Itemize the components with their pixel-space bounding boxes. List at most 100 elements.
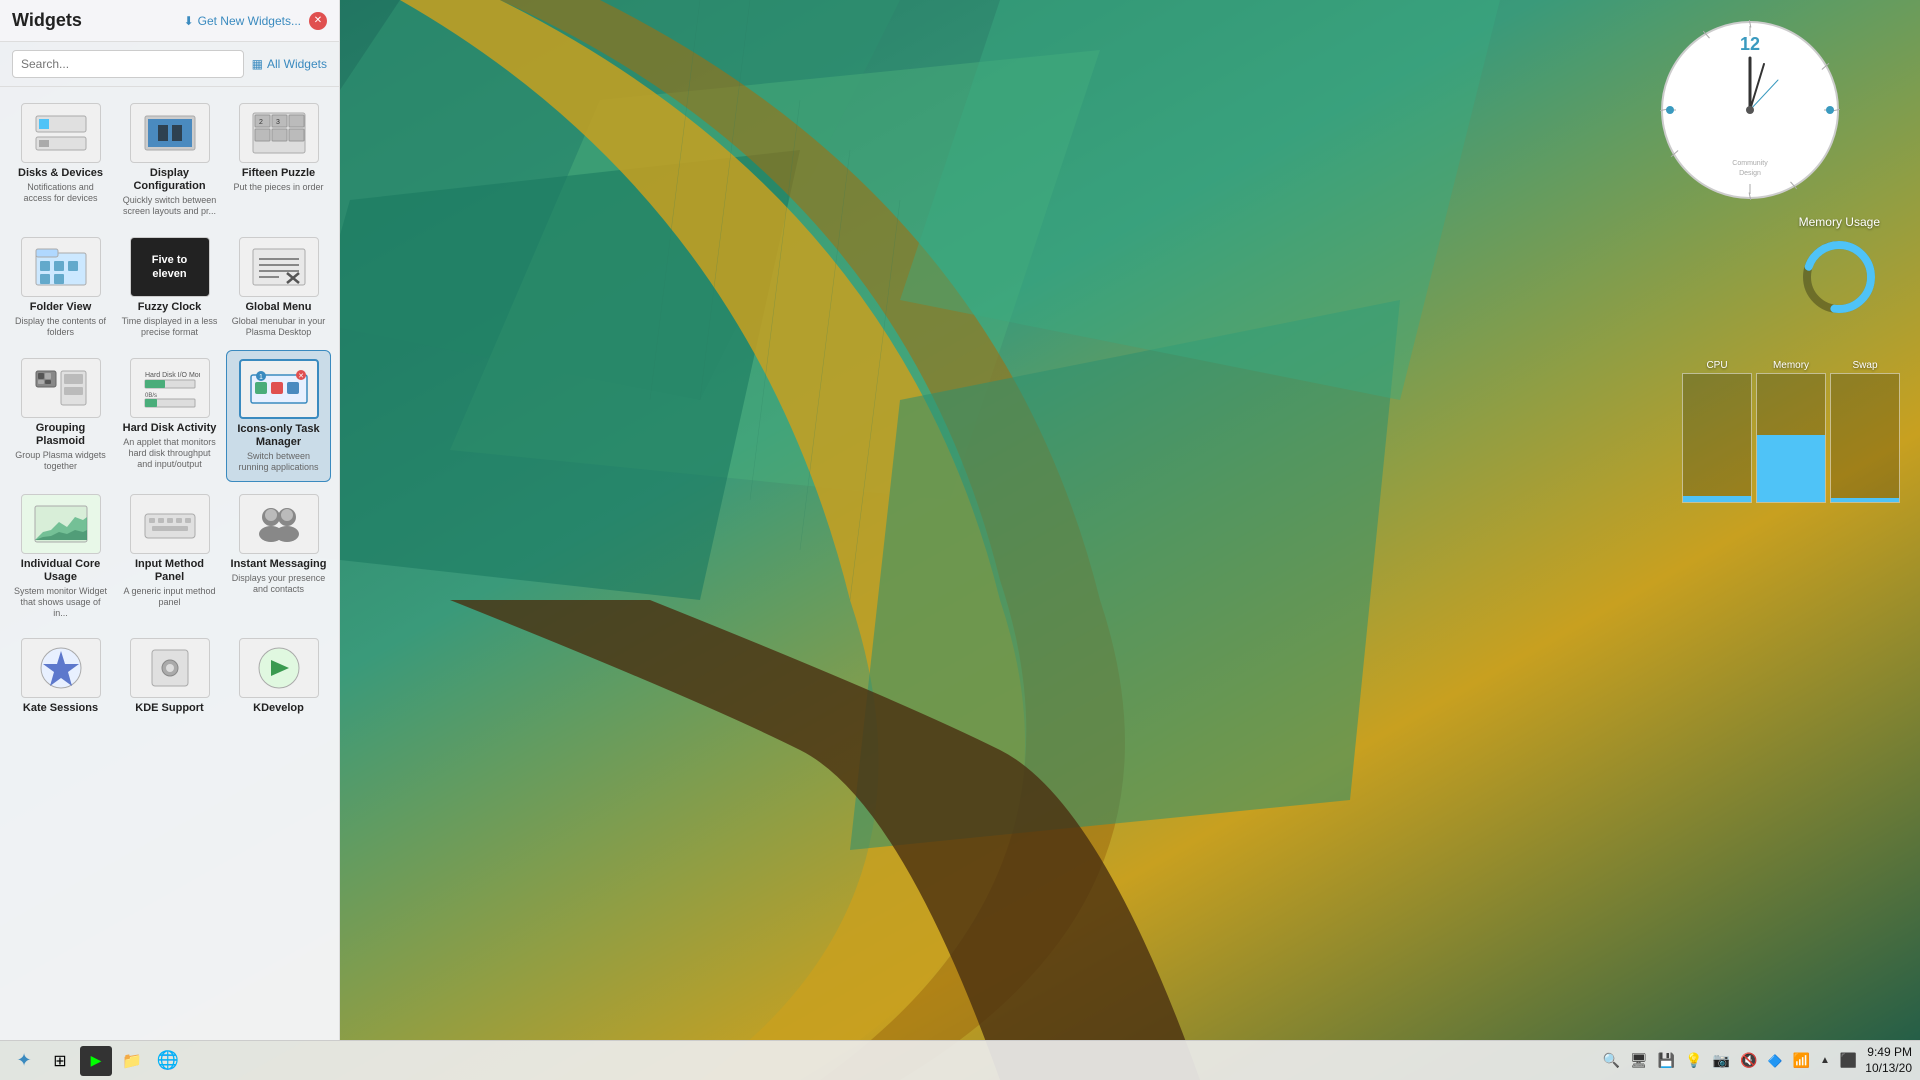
svg-text:Design: Design	[1739, 170, 1761, 177]
memory-sysmon-label: Memory	[1773, 360, 1809, 371]
widget-hard-disk[interactable]: Hard Disk I/O Monitor 0B/s Hard Disk Act…	[117, 350, 222, 482]
widget-desc-fifteen: Put the pieces in order	[233, 182, 323, 193]
widget-name-kdevelop: KDevelop	[253, 702, 304, 715]
widget-name-disks: Disks & Devices	[18, 167, 103, 180]
widget-grouping[interactable]: Grouping Plasmoid Group Plasma widgets t…	[8, 350, 113, 482]
widget-name-harddisk: Hard Disk Activity	[123, 422, 217, 435]
widget-folder-view[interactable]: Folder View Display the contents of fold…	[8, 229, 113, 346]
plasma-button[interactable]: ✦	[8, 1046, 40, 1076]
display-systray-icon[interactable]: 🖥	[1628, 1050, 1650, 1071]
swap-bar	[1831, 498, 1899, 502]
expand-systray-icon[interactable]: ▲	[1818, 1053, 1832, 1068]
widget-display-config[interactable]: Display Configuration Quickly switch bet…	[117, 95, 222, 225]
panel-title: Widgets	[12, 10, 82, 31]
widget-thumb-global	[239, 237, 319, 297]
panel-header: Widgets ⬇ Get New Widgets... ✕	[0, 0, 339, 42]
all-widgets-label: All Widgets	[267, 57, 327, 71]
cpu-bar	[1683, 496, 1751, 502]
widget-input-method[interactable]: Input Method Panel A generic input metho…	[117, 486, 222, 627]
volume-icon[interactable]: 🔇	[1738, 1050, 1759, 1071]
filter-icon: ▦	[252, 57, 263, 71]
taskbar: ✦ ⊞ ▶ 📁 🌐 🔍 🖥 💾 💡 📷 🔇 🔷 📶 ▲ ⬛ 9:49 PM 10…	[0, 1040, 1920, 1080]
swap-column: Swap	[1830, 360, 1900, 503]
widget-thumb-folder	[21, 237, 101, 297]
system-clock[interactable]: 9:49 PM 10/13/20	[1865, 1045, 1912, 1076]
wifi-icon[interactable]: 📶	[1791, 1050, 1812, 1071]
get-new-widgets-button[interactable]: ⬇ Get New Widgets...	[184, 14, 301, 28]
clock-widget: 12 Community Design	[1660, 20, 1840, 200]
svg-text:3: 3	[276, 119, 280, 126]
files-button[interactable]: 📁	[116, 1046, 148, 1076]
task-manager-button[interactable]: ⊞	[44, 1046, 76, 1076]
widget-global-menu[interactable]: Global Menu Global menubar in your Plasm…	[226, 229, 331, 346]
widget-desc-disks: Notifications and access for devices	[12, 182, 109, 204]
taskbar-right: 🔍 🖥 💾 💡 📷 🔇 🔷 📶 ▲ ⬛ 9:49 PM 10/13/20	[1601, 1045, 1912, 1076]
widget-name-kate: Kate Sessions	[23, 702, 98, 715]
widget-name-grouping: Grouping Plasmoid	[12, 422, 109, 448]
widget-thumb-kdevelop	[239, 638, 319, 698]
all-widgets-button[interactable]: ▦ All Widgets	[252, 57, 327, 71]
widget-instant-messaging[interactable]: Instant Messaging Displays your presence…	[226, 486, 331, 627]
svg-text:2: 2	[259, 119, 263, 126]
cpu-column: CPU	[1682, 360, 1752, 503]
search-row: ▦ All Widgets	[0, 42, 339, 87]
search-systray-icon[interactable]: 🔍	[1601, 1050, 1622, 1071]
widget-desc-icons-task: Switch between running applications	[231, 451, 326, 473]
widget-desc-global: Global menubar in your Plasma Desktop	[230, 316, 327, 338]
swap-label: Swap	[1852, 360, 1877, 371]
widget-fifteen-puzzle[interactable]: 2 3 Fifteen Puzzle Put the pieces in ord…	[226, 95, 331, 225]
widget-name-instant: Instant Messaging	[231, 558, 327, 571]
widget-name-kde-support: KDE Support	[135, 702, 203, 715]
widget-desc-fuzzy: Time displayed in a less precise format	[121, 316, 218, 338]
cpu-label: CPU	[1706, 360, 1727, 371]
system-monitor-widget: CPU Memory Swap	[1682, 360, 1900, 503]
svg-text:✕: ✕	[298, 373, 304, 380]
widget-disks-devices[interactable]: Disks & Devices Notifications and access…	[8, 95, 113, 225]
widget-thumb-fifteen: 2 3	[239, 103, 319, 163]
widget-name-display: Display Configuration	[121, 167, 218, 193]
widget-kdevelop[interactable]: KDevelop	[226, 630, 331, 725]
widget-thumb-icons-task: ✕ 1	[239, 359, 319, 419]
bluetooth-icon[interactable]: 🔷	[1766, 1052, 1785, 1070]
svg-text:12: 12	[1740, 34, 1760, 54]
widget-name-fuzzy: Fuzzy Clock	[138, 301, 202, 314]
download-icon: ⬇	[184, 14, 194, 28]
swap-bar-container	[1830, 373, 1900, 503]
widget-thumb-grouping	[21, 358, 101, 418]
svg-text:Community: Community	[1732, 160, 1768, 167]
widgets-row-1: Disks & Devices Notifications and access…	[8, 95, 331, 225]
widgets-grid: Disks & Devices Notifications and access…	[0, 87, 339, 1040]
svg-text:1: 1	[259, 374, 263, 381]
widget-thumb-kde-support	[130, 638, 210, 698]
widget-thumb-kate	[21, 638, 101, 698]
close-panel-button[interactable]: ✕	[309, 12, 327, 30]
widgets-row-3: Grouping Plasmoid Group Plasma widgets t…	[8, 350, 331, 482]
widget-desc-folder: Display the contents of folders	[12, 316, 109, 338]
memory-column: Memory	[1756, 360, 1826, 503]
widget-name-global: Global Menu	[246, 301, 312, 314]
widget-desc-grouping: Group Plasma widgets together	[12, 450, 109, 472]
clock-date: 10/13/20	[1865, 1061, 1912, 1077]
widgets-row-5: Kate Sessions KDE Support	[8, 630, 331, 725]
widget-thumb-input	[130, 494, 210, 554]
network-drive-icon[interactable]: 💾	[1656, 1050, 1677, 1071]
screenshot-icon[interactable]: 📷	[1711, 1050, 1732, 1071]
memory-title: Memory Usage	[1799, 215, 1880, 229]
tablet-mode-icon[interactable]: ⬛	[1838, 1050, 1859, 1071]
widgets-panel: Widgets ⬇ Get New Widgets... ✕ ▦ All Wid…	[0, 0, 340, 1040]
widget-fuzzy-clock[interactable]: Five toeleven Fuzzy Clock Time displayed…	[117, 229, 222, 346]
widgets-row-4: Individual Core Usage System monitor Wid…	[8, 486, 331, 627]
search-input[interactable]	[12, 50, 244, 78]
konsole-button[interactable]: ▶	[80, 1046, 112, 1076]
widget-individual-core[interactable]: Individual Core Usage System monitor Wid…	[8, 486, 113, 627]
widget-thumb-display	[130, 103, 210, 163]
firefox-button[interactable]: 🌐	[152, 1046, 184, 1076]
widget-kde-support[interactable]: KDE Support	[117, 630, 222, 725]
lamp-icon[interactable]: 💡	[1683, 1050, 1704, 1071]
taskbar-left: ✦ ⊞ ▶ 📁 🌐	[8, 1046, 184, 1076]
widget-name-individual: Individual Core Usage	[12, 558, 109, 584]
widget-kate[interactable]: Kate Sessions	[8, 630, 113, 725]
widget-icons-task[interactable]: ✕ 1 Icons-only Task Manager Switch betwe…	[226, 350, 331, 482]
widget-thumb-individual	[21, 494, 101, 554]
widget-thumb-instant	[239, 494, 319, 554]
